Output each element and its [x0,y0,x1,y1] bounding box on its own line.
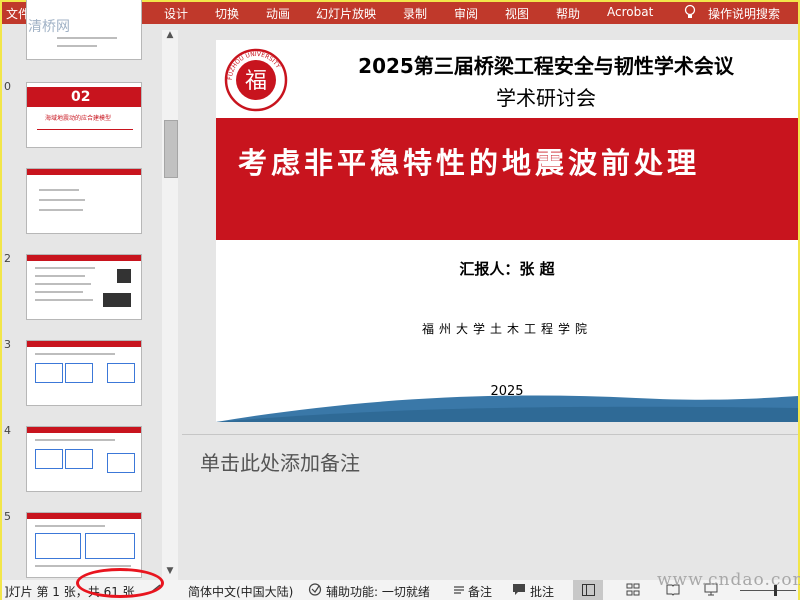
accessibility-status[interactable]: 辅助功能: 一切就绪 [326,583,430,600]
conference-title: 2025第三届桥梁工程安全与韧性学术会议 [358,54,734,78]
lightbulb-icon [684,4,696,18]
tab-slideshow[interactable]: 幻灯片放映 [316,5,376,22]
decorative-wave [216,395,798,422]
notes-icon[interactable] [452,583,466,596]
slide-number: 0 [4,80,11,93]
zoom-slider-track[interactable] [740,590,796,591]
presenter-name: 汇报人：张 超 [459,260,555,278]
slide-number: 2 [4,252,11,265]
university-logo: FUZHOU UNIVERSITY 福 [224,48,288,112]
tab-design[interactable]: 设计 [164,5,188,22]
normal-view-icon [582,584,595,596]
accessibility-icon[interactable] [308,583,322,596]
tell-me-search[interactable]: 操作说明搜索 [708,5,780,22]
section-title: 海域地震动的应合建模型 [45,115,112,122]
section-number: 02 [71,89,91,105]
tab-acrobat[interactable]: Acrobat [607,5,653,19]
slide-canvas[interactable]: FUZHOU UNIVERSITY 福 2025第三届桥梁工程安全与韧性学术会议… [216,40,798,422]
slide-number: 3 [4,338,11,351]
thumbnail-section-02[interactable]: 02 海域地震动的应合建模型 [26,82,142,148]
tab-record[interactable]: 录制 [403,5,427,22]
notes-placeholder[interactable]: 单击此处添加备注 [200,447,360,476]
comments-icon[interactable] [512,583,526,596]
scroll-down-arrow-icon[interactable]: ▼ [162,566,178,580]
conference-subtitle: 学术研讨会 [496,86,596,110]
scroll-thumb[interactable] [164,120,178,178]
tab-help[interactable]: 帮助 [556,5,580,22]
slide-main-title: 考虑非平稳特性的地震波前处理 [238,146,701,180]
slide-number: 5 [4,510,11,523]
logo-character: 福 [245,69,267,94]
slide-number: 4 [4,424,11,437]
language-indicator[interactable]: 简体中文(中国大陆) [188,583,293,600]
title-banner: 考虑非平稳特性的地震波前处理 [216,118,798,240]
view-normal-button[interactable] [573,580,603,600]
tab-review[interactable]: 审阅 [454,5,478,22]
tab-view[interactable]: 视图 [505,5,529,22]
thumbnail-slide[interactable] [26,340,142,406]
scroll-up-arrow-icon[interactable]: ▲ [162,30,178,44]
thumbnail-slide[interactable] [26,254,142,320]
thumbnail-slide[interactable] [26,168,142,234]
school-name: 福州大学土木工程学院 [421,322,592,336]
thumbnail-slide[interactable] [26,426,142,492]
thumbnail-scrollbar[interactable]: ▲ ▼ [162,30,178,580]
notes-pane[interactable]: 单击此处添加备注 [182,435,798,580]
comments-toggle[interactable]: 批注 [530,583,554,600]
watermark-top: 清桥网 [28,19,70,35]
slide-thumbnail-pane: 0 02 海域地震动的应合建模型 2 3 4 5 [2,0,180,580]
watermark-bottom: www.cndao.com [657,570,800,590]
slide-sorter-icon[interactable] [626,583,640,596]
notes-toggle[interactable]: 备注 [468,583,492,600]
highlight-annotation-circle [76,568,164,598]
tab-transitions[interactable]: 切换 [215,5,239,22]
tab-animations[interactable]: 动画 [266,5,290,22]
